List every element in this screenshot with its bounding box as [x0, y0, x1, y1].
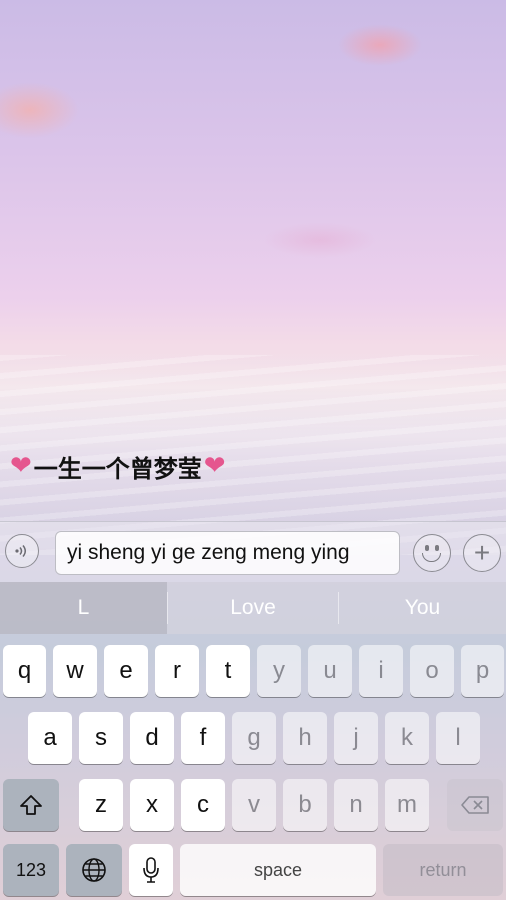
shift-key[interactable] [3, 779, 59, 831]
voice-wave-icon [15, 545, 26, 557]
key-g[interactable]: g [232, 712, 276, 764]
key-n[interactable]: n [334, 779, 378, 831]
key-o[interactable]: o [410, 645, 454, 697]
voice-input-button[interactable] [5, 534, 39, 568]
backspace-icon [461, 796, 489, 814]
globe-key[interactable] [66, 844, 122, 896]
space-key[interactable]: space [180, 844, 376, 896]
emoji-eye-right-icon [435, 545, 439, 551]
message-text-field[interactable]: yi sheng yi ge zeng meng ying [55, 531, 400, 575]
shift-icon [20, 795, 42, 815]
return-key[interactable]: return [383, 844, 503, 896]
key-z[interactable]: z [79, 779, 123, 831]
key-k[interactable]: k [385, 712, 429, 764]
title-text: 一生一个曾梦莹 [33, 454, 202, 483]
smile-icon [422, 553, 441, 562]
key-w[interactable]: w [53, 645, 97, 697]
key-x[interactable]: x [130, 779, 174, 831]
emoji-eye-left-icon [425, 545, 429, 551]
key-p[interactable]: p [461, 645, 504, 697]
key-l[interactable]: l [436, 712, 480, 764]
key-q[interactable]: q [3, 645, 46, 697]
key-t[interactable]: t [206, 645, 250, 697]
key-s[interactable]: s [79, 712, 123, 764]
numbers-key[interactable]: 123 [3, 844, 59, 896]
globe-icon [82, 858, 106, 882]
key-d[interactable]: d [130, 712, 174, 764]
heart-right-icon: ❤ [203, 451, 226, 481]
key-r[interactable]: r [155, 645, 199, 697]
plus-icon: + [473, 537, 491, 568]
post-title: ❤ 一生一个曾梦莹 ❤ [10, 446, 226, 486]
dictation-key[interactable] [129, 844, 173, 896]
keyboard: L Love You q w e r t y u i o p a s d f g… [0, 582, 506, 900]
suggestion-1[interactable]: L [0, 582, 167, 634]
key-m[interactable]: m [385, 779, 429, 831]
suggestion-bar: L Love You [0, 582, 506, 634]
heart-left-icon: ❤ [10, 451, 32, 481]
key-j[interactable]: j [334, 712, 378, 764]
backspace-key[interactable] [447, 779, 503, 831]
key-a[interactable]: a [28, 712, 72, 764]
microphone-icon [143, 857, 159, 883]
chat-input-bar: yi sheng yi ge zeng meng ying + [0, 521, 506, 582]
key-v[interactable]: v [232, 779, 276, 831]
suggestion-3[interactable]: You [339, 582, 506, 634]
key-b[interactable]: b [283, 779, 327, 831]
key-c[interactable]: c [181, 779, 225, 831]
key-f[interactable]: f [181, 712, 225, 764]
key-y[interactable]: y [257, 645, 301, 697]
key-h[interactable]: h [283, 712, 327, 764]
emoji-button[interactable] [413, 534, 451, 572]
suggestion-2[interactable]: Love [168, 582, 338, 634]
key-i[interactable]: i [359, 645, 403, 697]
add-attachment-button[interactable]: + [463, 534, 501, 572]
key-u[interactable]: u [308, 645, 352, 697]
key-e[interactable]: e [104, 645, 148, 697]
